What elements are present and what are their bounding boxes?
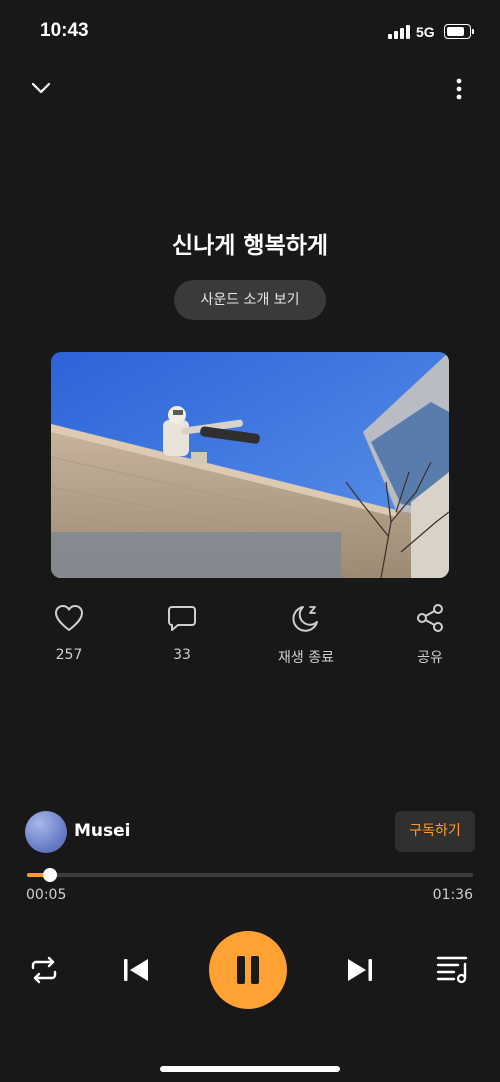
comment-count: 33 (173, 647, 191, 663)
playlist-icon (436, 956, 468, 984)
signal-icon (388, 25, 410, 39)
artist-name[interactable]: Musei (74, 821, 131, 841)
status-time: 10:43 (40, 20, 89, 41)
share-button[interactable]: 공유 (380, 603, 480, 667)
like-button[interactable]: 257 (19, 603, 119, 663)
comment-button[interactable]: 33 (132, 603, 232, 663)
progress-track[interactable] (27, 873, 473, 877)
song-title: 신나게 행복하게 (171, 233, 329, 259)
repeat-icon (31, 956, 57, 984)
next-button[interactable] (344, 954, 376, 986)
elapsed-time: 00:05 (26, 887, 67, 903)
next-icon (348, 959, 372, 981)
progress-thumb[interactable] (43, 868, 58, 882)
home-indicator[interactable] (160, 1066, 340, 1072)
previous-icon (124, 959, 148, 981)
sleep-timer-label: 재생 종료 (278, 650, 334, 666)
network-label: 5G (416, 24, 435, 40)
more-vertical-icon (456, 78, 462, 100)
comment-icon (168, 606, 196, 631)
collapse-button[interactable] (28, 76, 54, 100)
like-count: 257 (55, 647, 83, 663)
chevron-down-icon (31, 82, 51, 94)
total-time: 01:36 (432, 887, 473, 903)
pause-button[interactable] (209, 931, 287, 1009)
battery-icon (444, 24, 474, 39)
subscribe-button[interactable]: 구독하기 (395, 811, 475, 852)
share-icon (417, 604, 443, 632)
sleep-timer-button[interactable]: 재생 종료 (256, 603, 356, 667)
cover-artwork (51, 352, 449, 578)
heart-icon (55, 605, 83, 631)
repeat-button[interactable] (28, 954, 60, 986)
previous-button[interactable] (120, 954, 152, 986)
more-options-button[interactable] (448, 76, 470, 102)
playlist-button[interactable] (436, 953, 470, 985)
share-label: 공유 (417, 650, 443, 666)
sleep-timer-icon (292, 606, 318, 632)
sound-intro-button[interactable]: 사운드 소개 보기 (174, 280, 326, 320)
artist-avatar[interactable] (25, 811, 67, 853)
